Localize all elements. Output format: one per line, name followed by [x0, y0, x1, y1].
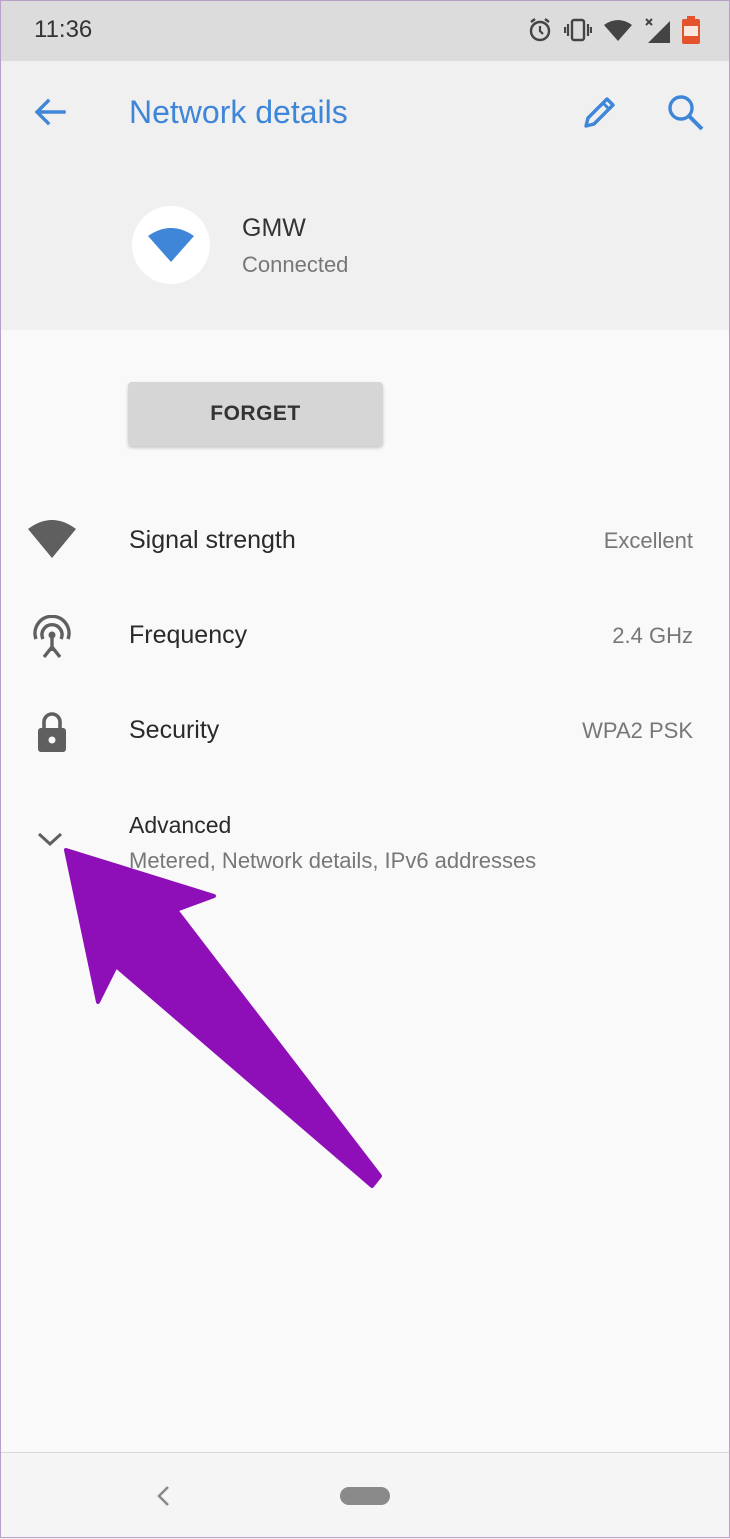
- vibrate-icon: [563, 18, 593, 47]
- alarm-icon: [528, 17, 552, 48]
- chevron-down-icon: [36, 830, 64, 853]
- nav-back-button[interactable]: [153, 1483, 173, 1514]
- search-icon: [668, 95, 704, 131]
- detail-value: Excellent: [603, 528, 693, 553]
- forget-button[interactable]: FORGET: [128, 382, 383, 446]
- chevron-left-icon: [157, 1486, 169, 1506]
- status-bar: 11:36: [0, 0, 730, 61]
- battery-icon: [682, 16, 700, 49]
- detail-row-security: Security WPA2 PSK: [0, 702, 730, 762]
- network-name: GMW: [242, 214, 306, 242]
- search-button[interactable]: [665, 92, 705, 132]
- advanced-section[interactable]: Advanced Metered, Network details, IPv6 …: [0, 808, 730, 888]
- detail-label: Frequency: [129, 621, 248, 649]
- status-icons: [528, 16, 700, 49]
- network-header: [0, 61, 730, 330]
- lock-icon: [28, 710, 76, 754]
- advanced-label: Advanced: [129, 812, 232, 838]
- page-title: Network details: [129, 94, 348, 130]
- wifi-icon: [148, 228, 194, 262]
- back-arrow-icon: [34, 98, 66, 126]
- detail-row-frequency: Frequency 2.4 GHz: [0, 607, 730, 667]
- advanced-summary: Metered, Network details, IPv6 addresses: [129, 848, 537, 873]
- detail-label: Signal strength: [129, 526, 296, 554]
- network-status: Connected: [242, 252, 349, 277]
- pencil-icon: [584, 97, 615, 128]
- detail-row-signal-strength: Signal strength Excellent: [0, 512, 730, 572]
- wifi-signal-icon: [28, 520, 76, 564]
- navigation-bar: [0, 1452, 730, 1539]
- edit-button[interactable]: [580, 92, 620, 132]
- detail-value: WPA2 PSK: [582, 718, 693, 743]
- status-time: 11:36: [34, 16, 93, 43]
- nav-home-button[interactable]: [340, 1487, 390, 1505]
- antenna-icon: [28, 614, 76, 659]
- cell-signal-icon: [644, 17, 670, 48]
- wifi-icon: [604, 19, 632, 46]
- detail-label: Security: [129, 716, 220, 744]
- network-icon-badge: [132, 206, 210, 284]
- detail-value: 2.4 GHz: [612, 623, 693, 648]
- back-button[interactable]: [30, 92, 70, 132]
